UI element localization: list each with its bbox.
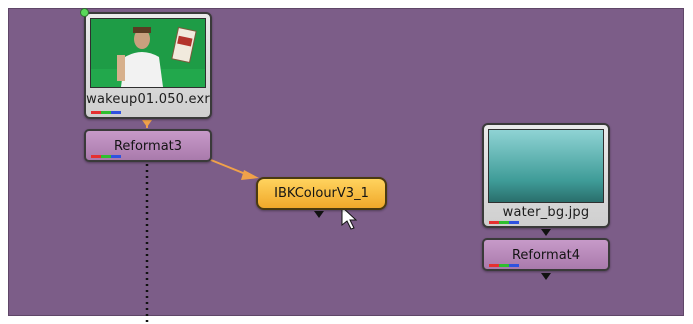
channel-indicator: [489, 264, 519, 267]
node-label: Reformat4: [511, 248, 581, 263]
person-with-cereal-image: [91, 19, 205, 87]
channel-indicator: [91, 111, 121, 114]
reformat3-node[interactable]: Reformat3: [84, 129, 212, 162]
output-arrow-icon: [541, 229, 551, 236]
output-arrow-icon: [314, 211, 324, 218]
thumbnail-wakeup: [90, 18, 206, 88]
reformat4-node[interactable]: Reformat4: [482, 238, 610, 271]
read-node-water[interactable]: water_bg.jpg: [482, 123, 610, 228]
thumbnail-water: [488, 129, 604, 203]
read-node-label: wakeup01.050.exr: [86, 92, 210, 107]
read-node-label: water_bg.jpg: [502, 205, 590, 220]
channel-indicator: [489, 221, 519, 224]
node-label: Reformat3: [113, 139, 183, 154]
viewer-dot-icon: [80, 8, 89, 17]
node-label: IBKColourV3_1: [274, 186, 369, 201]
ibk-colour-node[interactable]: IBKColourV3_1: [256, 177, 387, 210]
channel-indicator: [91, 155, 121, 158]
output-arrow-icon: [541, 273, 551, 280]
read-node-wakeup[interactable]: wakeup01.050.exr: [84, 12, 212, 119]
